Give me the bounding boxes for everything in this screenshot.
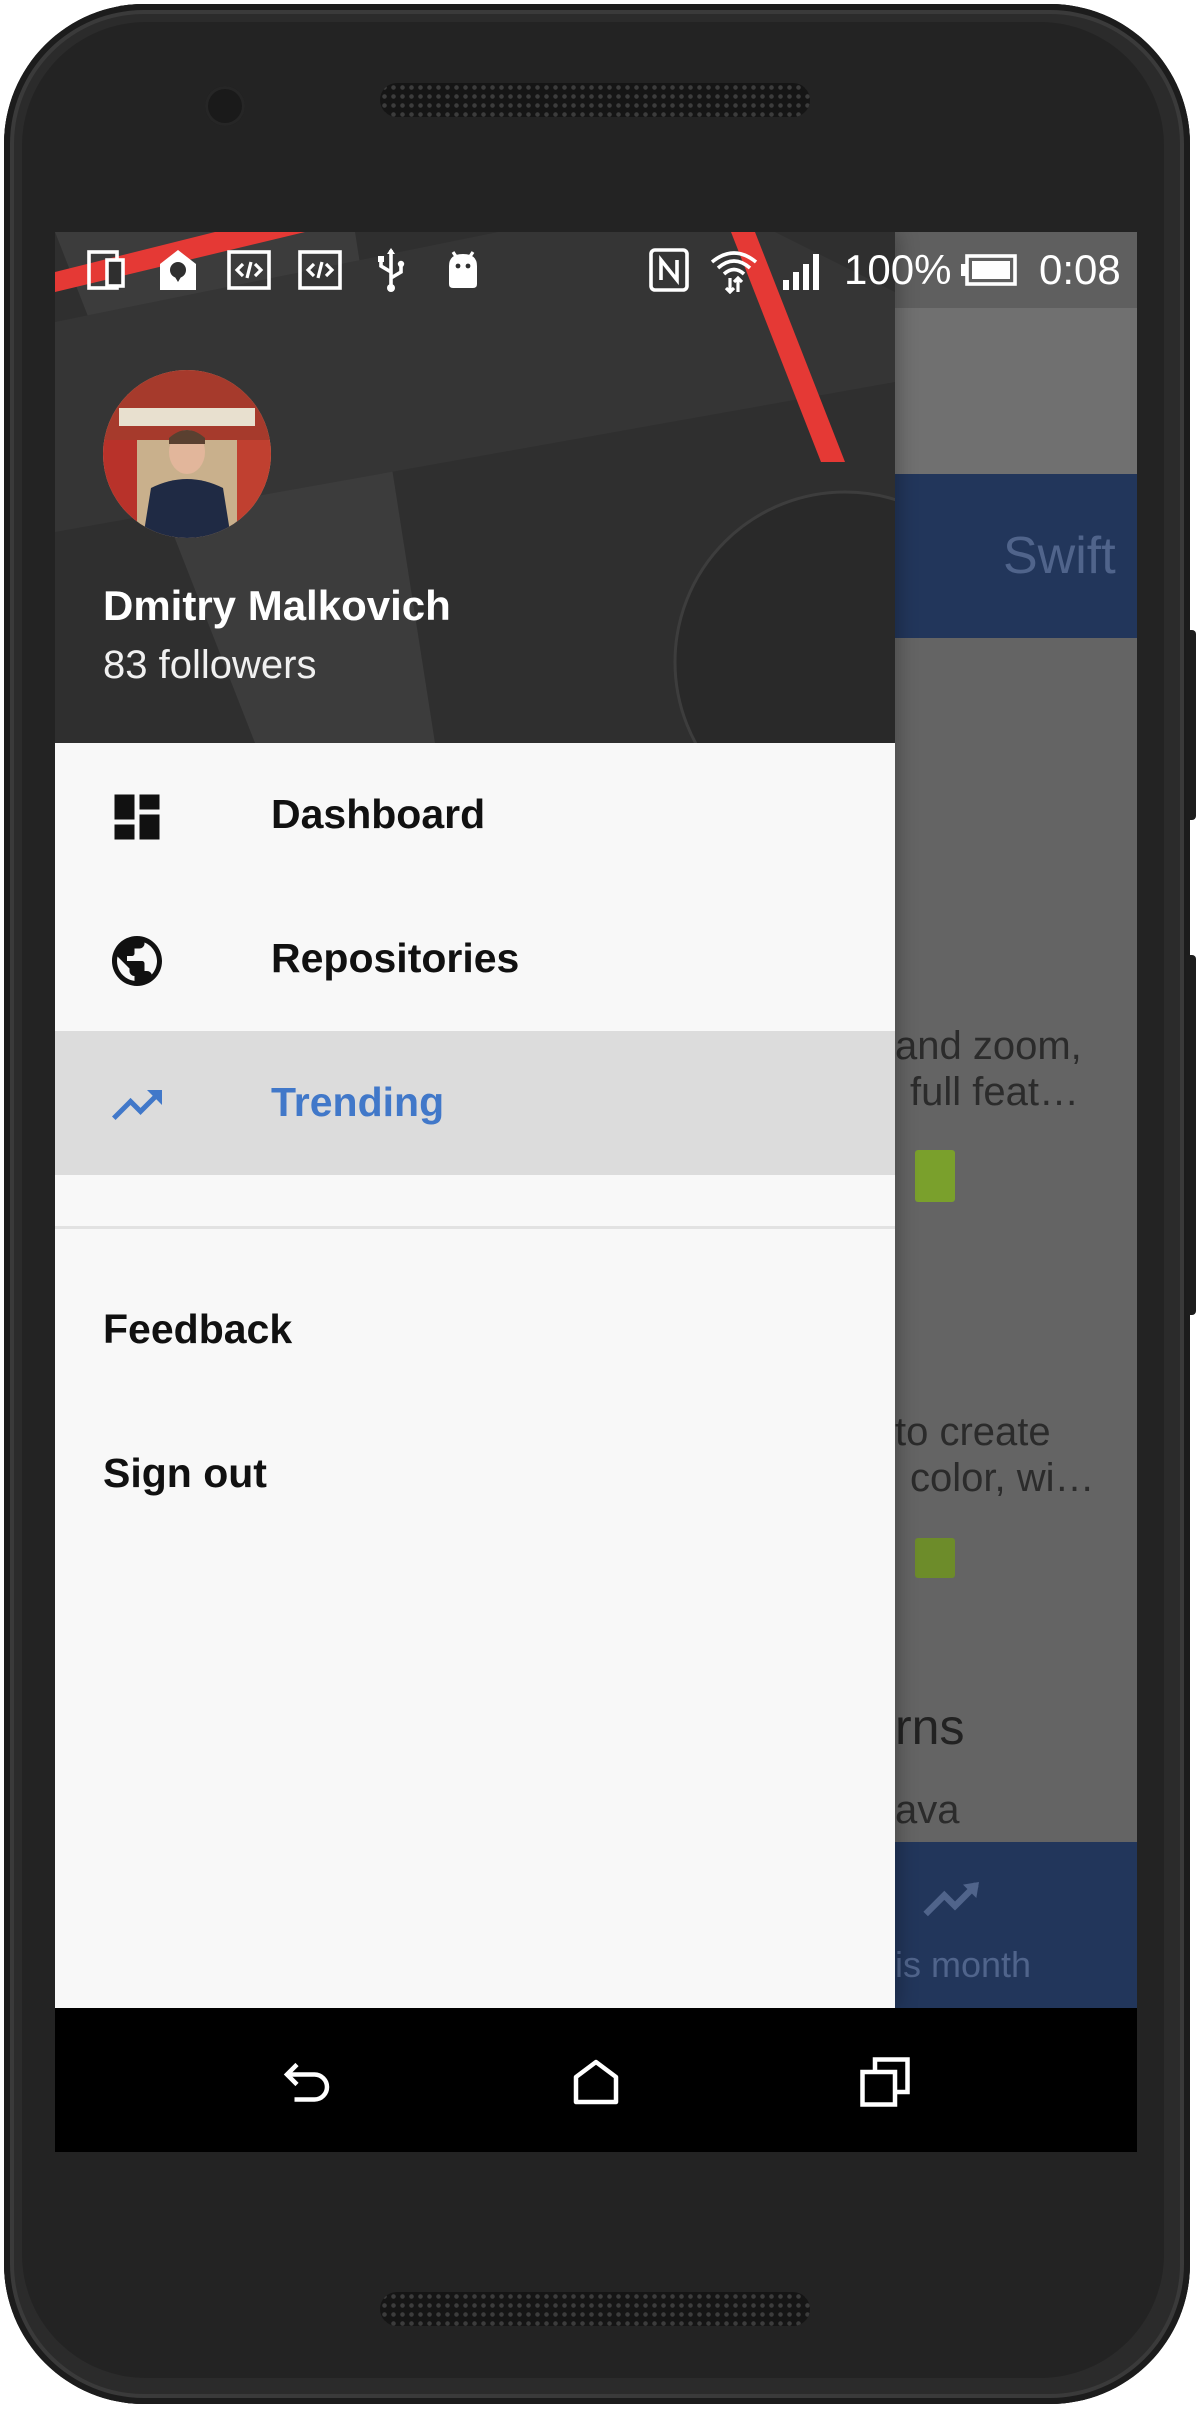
background-item-title: rns bbox=[895, 1699, 965, 1755]
drawer-header: Dmitry Malkovich 83 followers bbox=[55, 232, 895, 743]
screen: t Swift and zoom, full feat… to create c… bbox=[55, 232, 1137, 2152]
drawer-divider bbox=[55, 1226, 895, 1229]
wifi-icon bbox=[710, 251, 758, 294]
android-icon bbox=[449, 251, 477, 288]
top-speaker bbox=[380, 83, 810, 117]
trending-up-icon bbox=[923, 1882, 979, 1917]
usb-icon bbox=[378, 248, 405, 292]
background-avatar bbox=[915, 1150, 955, 1202]
nav-item-trending[interactable]: Trending bbox=[55, 1031, 895, 1175]
location-pin-icon bbox=[160, 250, 196, 290]
background-item-text: ava bbox=[895, 1788, 960, 1832]
background-tab: Swift bbox=[1003, 527, 1116, 585]
status-bar: 100% 0:08 bbox=[55, 232, 1137, 308]
dashboard-icon bbox=[114, 794, 160, 840]
front-camera bbox=[205, 86, 245, 126]
code-icon bbox=[298, 250, 342, 290]
power-button bbox=[1186, 630, 1196, 820]
nav-item-dashboard[interactable]: Dashboard bbox=[55, 743, 895, 887]
sign-out-link[interactable]: Sign out bbox=[103, 1450, 267, 1497]
trending-up-icon bbox=[112, 1090, 162, 1120]
navigation-drawer: Dmitry Malkovich 83 followers Dashboard … bbox=[55, 232, 895, 2008]
user-avatar[interactable] bbox=[103, 370, 271, 538]
nav-item-label: Repositories bbox=[271, 935, 520, 981]
recents-icon[interactable] bbox=[855, 2052, 915, 2112]
background-item-text: full feat… bbox=[910, 1070, 1079, 1114]
battery-percentage: 100% bbox=[844, 246, 952, 293]
phone-tablet-icon bbox=[87, 250, 125, 290]
volume-button bbox=[1186, 955, 1196, 1315]
globe-icon bbox=[112, 936, 162, 986]
nav-item-label: Dashboard bbox=[271, 791, 486, 837]
code-icon bbox=[227, 250, 271, 290]
background-item-text: and zoom, bbox=[895, 1024, 1082, 1068]
feedback-link[interactable]: Feedback bbox=[103, 1306, 292, 1353]
background-item-text: to create bbox=[895, 1410, 1051, 1454]
nav-item-label: Trending bbox=[271, 1079, 445, 1125]
battery-icon bbox=[961, 254, 1017, 286]
cell-signal-icon bbox=[783, 254, 819, 290]
nav-item-repositories[interactable]: Repositories bbox=[55, 887, 895, 1031]
user-name: Dmitry Malkovich bbox=[103, 582, 451, 629]
background-bottom-nav-label: his month bbox=[875, 1944, 1032, 1985]
status-clock: 0:08 bbox=[1039, 246, 1121, 293]
back-icon[interactable] bbox=[277, 2052, 337, 2112]
nfc-icon bbox=[649, 248, 689, 292]
home-icon[interactable] bbox=[566, 2052, 626, 2112]
background-avatar bbox=[915, 1538, 955, 1578]
bottom-speaker bbox=[380, 2292, 810, 2326]
background-item-text: color, wi… bbox=[910, 1456, 1095, 1500]
system-nav-bar bbox=[55, 2008, 1137, 2152]
user-followers-count: 83 followers bbox=[103, 643, 317, 687]
